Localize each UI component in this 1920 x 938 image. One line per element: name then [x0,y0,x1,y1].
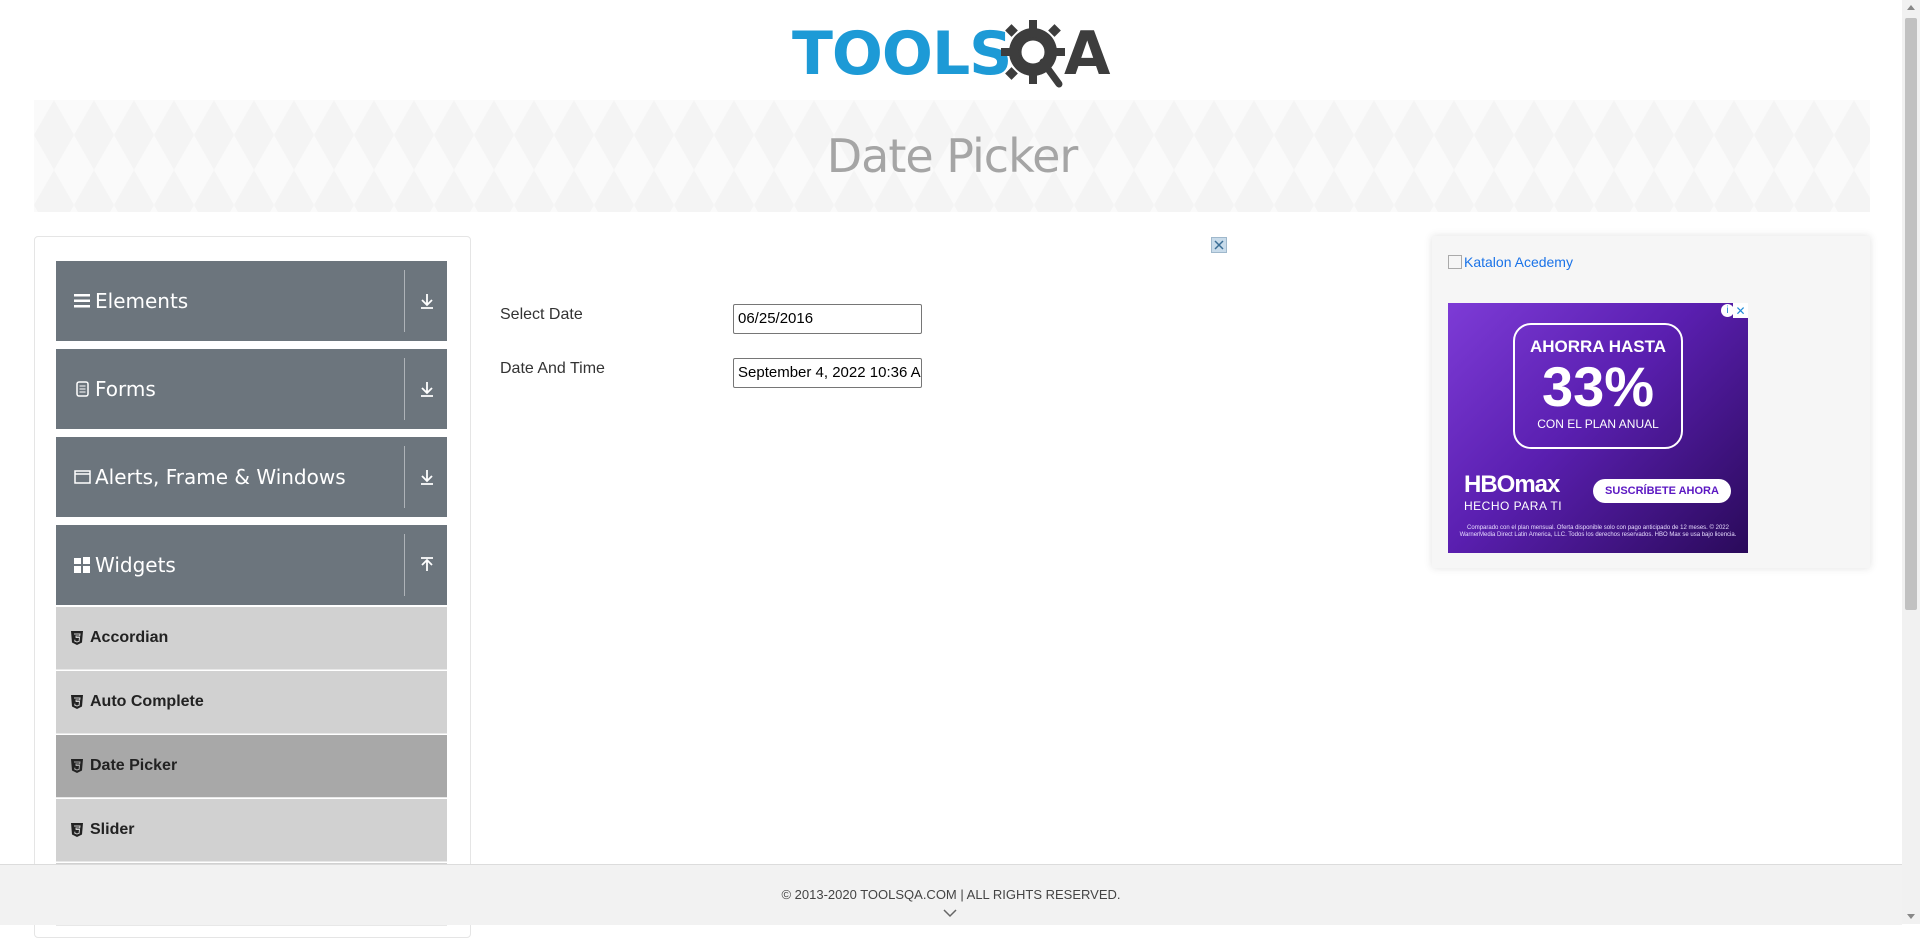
sidebar-group-widgets[interactable]: Widgets [56,525,447,605]
widgets-icon [73,556,91,574]
header: TOOLS A [0,0,1902,100]
divider [404,358,405,420]
hbomax-ad[interactable]: AHORRA HASTA 33% CON EL PLAN ANUAL HBOma… [1448,303,1748,553]
download-arrow-icon[interactable] [415,465,439,489]
ad-close-button[interactable] [1211,237,1227,253]
broken-image-icon [1448,255,1462,269]
sidebar-group-elements[interactable]: Elements [56,261,447,341]
scroll-up-arrow-icon[interactable] [1907,5,1915,10]
logo-text-a: A [1064,19,1110,89]
sidebar-group-forms[interactable]: Forms [56,349,447,429]
date-time-label: Date And Time [500,360,605,377]
select-date-input[interactable]: 06/25/2016 [733,304,922,334]
document-icon [73,380,91,398]
html5-icon [71,695,83,709]
page-scrollbar[interactable] [1902,0,1920,924]
promo-tagline: HECHO PARA TI [1464,499,1563,513]
sidebar-group-label: Forms [95,377,156,401]
divider [404,270,405,332]
subscribe-button[interactable]: SUSCRÍBETE AHORA [1593,479,1731,503]
chevron-down-icon[interactable] [943,909,957,918]
page-title-banner: Date Picker [34,100,1870,212]
promo-fine-print: Comparado con el plan mensual. Oferta di… [1459,525,1737,538]
sidebar-item-auto-complete[interactable]: Auto Complete [56,671,447,734]
sidebar-item-label: Auto Complete [90,693,204,710]
copyright-text: © 2013-2020 TOOLSQA.COM | ALL RIGHTS RES… [781,887,1121,902]
html5-icon [71,631,83,645]
sidebar-group-label: Alerts, Frame & Windows [95,465,346,489]
upload-arrow-icon[interactable] [415,553,439,577]
scroll-down-arrow-icon[interactable] [1907,914,1915,919]
sidebar-item-label: Date Picker [90,757,178,774]
sidebar-item-label: Accordian [90,629,169,646]
sidebar-item-accordian[interactable]: Accordian [56,607,447,670]
page-title: Date Picker [826,129,1079,183]
close-icon [1214,240,1224,250]
sidebar: Elements Forms Alerts, Frame & Windows W… [34,236,471,938]
html5-icon [71,823,83,837]
logo-text-tools: TOOLS [792,19,1012,89]
window-icon [73,468,91,486]
hamburger-icon [73,292,91,310]
date-time-input[interactable]: September 4, 2022 10:36 AM [733,358,922,388]
sidebar-group-label: Elements [95,289,189,313]
promo-percentage: 33% [1541,355,1655,418]
promo-line3: CON EL PLAN ANUAL [1537,417,1659,431]
download-arrow-icon[interactable] [415,289,439,313]
sidebar-item-date-picker[interactable]: Date Picker [56,735,447,798]
sidebar-item-label: Slider [90,821,135,838]
hbomax-logo: HBOmax [1464,471,1560,498]
discount-box: AHORRA HASTA 33% CON EL PLAN ANUAL [1513,323,1683,449]
right-ad-panel: Katalon Acedemy AHORRA HASTA 33% CON EL … [1432,236,1870,568]
ad-link-text: Katalon Acedemy [1464,254,1573,270]
katalon-ad-link[interactable]: Katalon Acedemy [1448,254,1573,270]
select-date-label: Select Date [500,306,583,323]
sidebar-item-slider[interactable]: Slider [56,799,447,862]
promo-line1: AHORRA HASTA [1530,337,1666,356]
sidebar-group-alerts[interactable]: Alerts, Frame & Windows [56,437,447,517]
sidebar-group-label: Widgets [95,553,176,577]
download-arrow-icon[interactable] [415,377,439,401]
footer: © 2013-2020 TOOLSQA.COM | ALL RIGHTS RES… [0,864,1902,925]
ad-close-icon[interactable]: ✕ [1733,303,1748,318]
divider [404,446,405,508]
scrollbar-thumb[interactable] [1905,18,1917,610]
html5-icon [71,759,83,773]
toolsqa-logo[interactable]: TOOLS A [792,16,1114,92]
divider [404,534,405,596]
